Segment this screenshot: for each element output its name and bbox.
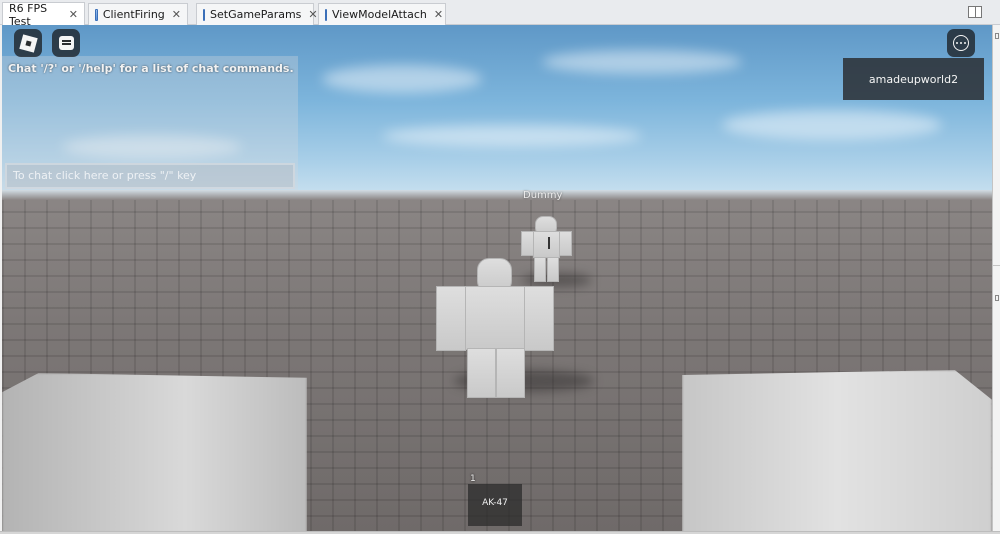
dummy-left-leg: [534, 257, 546, 282]
player-list-entry[interactable]: amadeupworld2: [869, 73, 958, 86]
dummy-right-leg: [547, 257, 559, 282]
side-panel-edge: [992, 25, 1000, 534]
dummy-decal: [548, 237, 550, 249]
chat-icon: [58, 36, 74, 50]
player-list[interactable]: amadeupworld2: [843, 58, 984, 100]
close-icon[interactable]: ✕: [69, 8, 78, 21]
document-tab-bar: R6 FPS Test ✕ ClientFiring ✕ SetGamePara…: [0, 0, 1000, 28]
tab-label: R6 FPS Test: [9, 1, 48, 28]
player-left-arm: [436, 286, 466, 351]
tab-set-game-params[interactable]: SetGameParams ✕: [196, 3, 318, 25]
tab-r6-fps-test[interactable]: R6 FPS Test ✕: [2, 1, 85, 28]
split-view-icon[interactable]: [968, 6, 982, 18]
roblox-logo-icon: [18, 33, 38, 53]
close-icon[interactable]: ✕: [308, 8, 317, 21]
game-viewport[interactable]: Dummy Chat '/?' or '/help' for a list of…: [2, 25, 992, 531]
tab-label: ClientFiring: [102, 8, 165, 21]
ellipsis-icon: [953, 35, 969, 51]
player-left-leg: [467, 348, 496, 398]
tab-client-firing[interactable]: ClientFiring ✕: [88, 3, 188, 25]
hotbar-slot-1[interactable]: 1 AK-47: [468, 474, 522, 526]
script-icon: [95, 8, 98, 21]
chat-input-placeholder: To chat click here or press "/" key: [13, 169, 197, 182]
script-icon: [325, 8, 327, 21]
horizon: [2, 190, 992, 200]
viewmodel-left-arm: [2, 373, 307, 531]
chat-system-message: Chat '/?' or '/help' for a list of chat …: [8, 62, 294, 75]
npc-name-label: Dummy: [523, 190, 563, 201]
tab-label: SetGameParams: [210, 8, 302, 21]
player-torso: [465, 286, 525, 350]
chat-input[interactable]: To chat click here or press "/" key: [5, 163, 295, 189]
chat-toggle-button[interactable]: [52, 29, 80, 57]
tab-label: ViewModelAttach: [332, 8, 427, 21]
script-icon: [203, 8, 205, 21]
more-menu-button[interactable]: [947, 29, 975, 57]
dummy-right-arm: [559, 231, 572, 256]
roblox-menu-button[interactable]: [14, 29, 42, 57]
close-icon[interactable]: ✕: [172, 8, 181, 21]
dummy-torso: [533, 231, 560, 258]
tab-view-model-attach[interactable]: ViewModelAttach ✕: [318, 3, 446, 25]
player-right-arm: [524, 286, 554, 351]
player-right-leg: [496, 348, 525, 398]
hotbar-slot-label: AK-47: [482, 498, 508, 508]
hotbar-slot-number: 1: [470, 474, 476, 484]
viewmodel-right-arm: [682, 370, 992, 531]
close-icon[interactable]: ✕: [434, 8, 443, 21]
